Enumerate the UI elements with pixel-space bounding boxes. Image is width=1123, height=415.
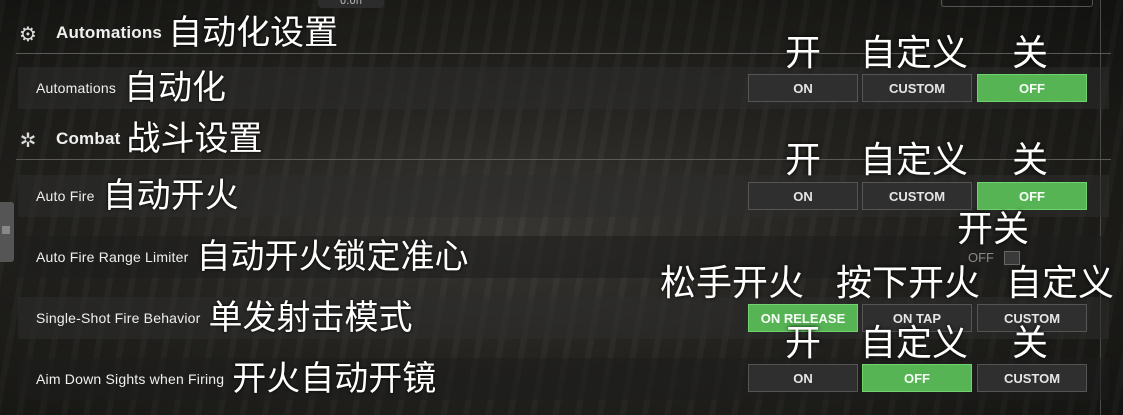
setting-label: Auto Fire [36, 188, 95, 204]
auto-fire-off-button[interactable]: OFF [977, 182, 1087, 210]
annotation-on: 开 [785, 140, 822, 181]
annotation-on-release: 松手开火 [660, 263, 805, 304]
auto-fire-custom-button[interactable]: CUSTOM [862, 182, 972, 210]
automations-off-button[interactable]: OFF [977, 74, 1087, 102]
annotation-toggle: 开关 [957, 209, 1030, 250]
time-badge: 0.0h [318, 0, 384, 8]
setting-annotation: 自动化 [124, 68, 227, 108]
section-title-annotation: 自动化设置 [168, 13, 339, 53]
annotation-off: 关 [1012, 323, 1049, 364]
annotation-off: 关 [1012, 33, 1049, 74]
side-drawer-handle[interactable] [0, 202, 14, 262]
annotation-custom: 自定义 [1006, 263, 1115, 304]
crosshair-icon: ✲ [19, 128, 37, 152]
automations-on-button[interactable]: ON [748, 74, 858, 102]
setting-annotation: 自动开火锁定准心 [196, 237, 469, 277]
annotation-custom: 自定义 [860, 140, 969, 181]
annotation-on-tap: 按下开火 [836, 263, 981, 304]
ads-custom-button[interactable]: CUSTOM [977, 364, 1087, 392]
section-title-annotation: 战斗设置 [126, 119, 263, 159]
auto-fire-on-button[interactable]: ON [748, 182, 858, 210]
setting-annotation: 单发射击模式 [208, 298, 413, 338]
top-right-panel [941, 0, 1093, 7]
annotation-custom: 自定义 [860, 323, 969, 364]
setting-label: Aim Down Sights when Firing [36, 371, 225, 387]
annotation-off: 关 [1012, 140, 1049, 181]
grid-icon [2, 226, 10, 234]
annotation-custom: 自定义 [860, 33, 969, 74]
setting-label: Auto Fire Range Limiter [36, 249, 189, 265]
automations-custom-button[interactable]: CUSTOM [862, 74, 972, 102]
setting-label: Automations [36, 80, 117, 96]
annotation-on: 开 [785, 33, 822, 74]
setting-label: Single-Shot Fire Behavior [36, 310, 201, 326]
setting-annotation: 自动开火 [102, 176, 239, 216]
ads-on-button[interactable]: ON [748, 364, 858, 392]
annotation-on: 开 [785, 323, 822, 364]
setting-annotation: 开火自动开镜 [232, 359, 437, 399]
gear-icon: ⚙ [19, 22, 37, 46]
section-title: Combat [56, 129, 121, 148]
section-title: Automations [56, 23, 163, 42]
ads-off-button[interactable]: OFF [862, 364, 972, 392]
